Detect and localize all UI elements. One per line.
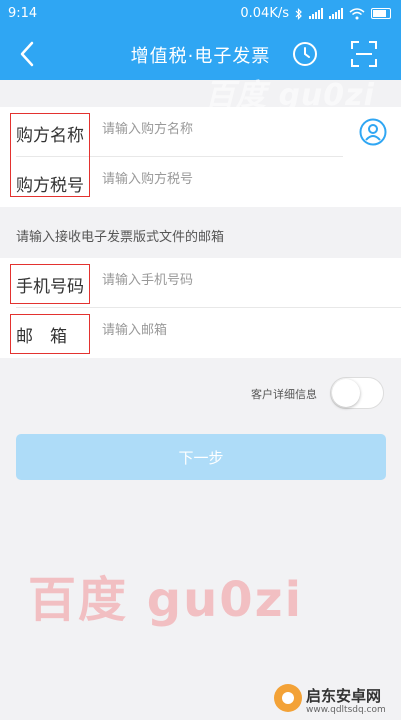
- customer-details-toggle[interactable]: [330, 377, 384, 409]
- email-tip: 请输入接收电子发票版式文件的邮箱: [16, 230, 225, 245]
- status-icons: 0.04K/s: [240, 6, 391, 21]
- wifi-icon: [349, 7, 365, 19]
- toggle-knob: [332, 379, 360, 407]
- site-logo-url: www.qdltsdq.com: [306, 705, 386, 715]
- signal-icon-2: [329, 8, 343, 19]
- history-clock-icon[interactable]: [292, 41, 318, 67]
- scan-icon[interactable]: [350, 40, 378, 68]
- customer-details-label: 客户详细信息: [251, 388, 317, 401]
- site-logo-icon: [274, 684, 302, 712]
- highlight-box-email: [10, 314, 90, 354]
- email-input[interactable]: [100, 322, 344, 339]
- signal-icon: [309, 8, 323, 19]
- page-title: 增值税·电子发票: [130, 46, 271, 67]
- network-speed: 0.04K/s: [240, 6, 289, 21]
- buyer-tax-input[interactable]: [100, 171, 344, 188]
- highlight-box-buyer: [10, 113, 90, 197]
- next-step-button[interactable]: 下一步: [16, 434, 386, 480]
- watermark-large: 百度 gu0zi: [28, 572, 304, 628]
- highlight-box-phone: [10, 264, 90, 304]
- user-profile-icon[interactable]: [359, 118, 387, 146]
- status-time: 9:14: [8, 6, 38, 21]
- battery-icon: [371, 8, 391, 19]
- status-bar: 9:14 0.04K/s: [0, 0, 401, 28]
- phone-input[interactable]: [100, 272, 344, 289]
- site-logo-name: 启东安卓网: [306, 687, 382, 705]
- bluetooth-icon: [295, 7, 302, 20]
- buyer-name-input[interactable]: [100, 121, 344, 138]
